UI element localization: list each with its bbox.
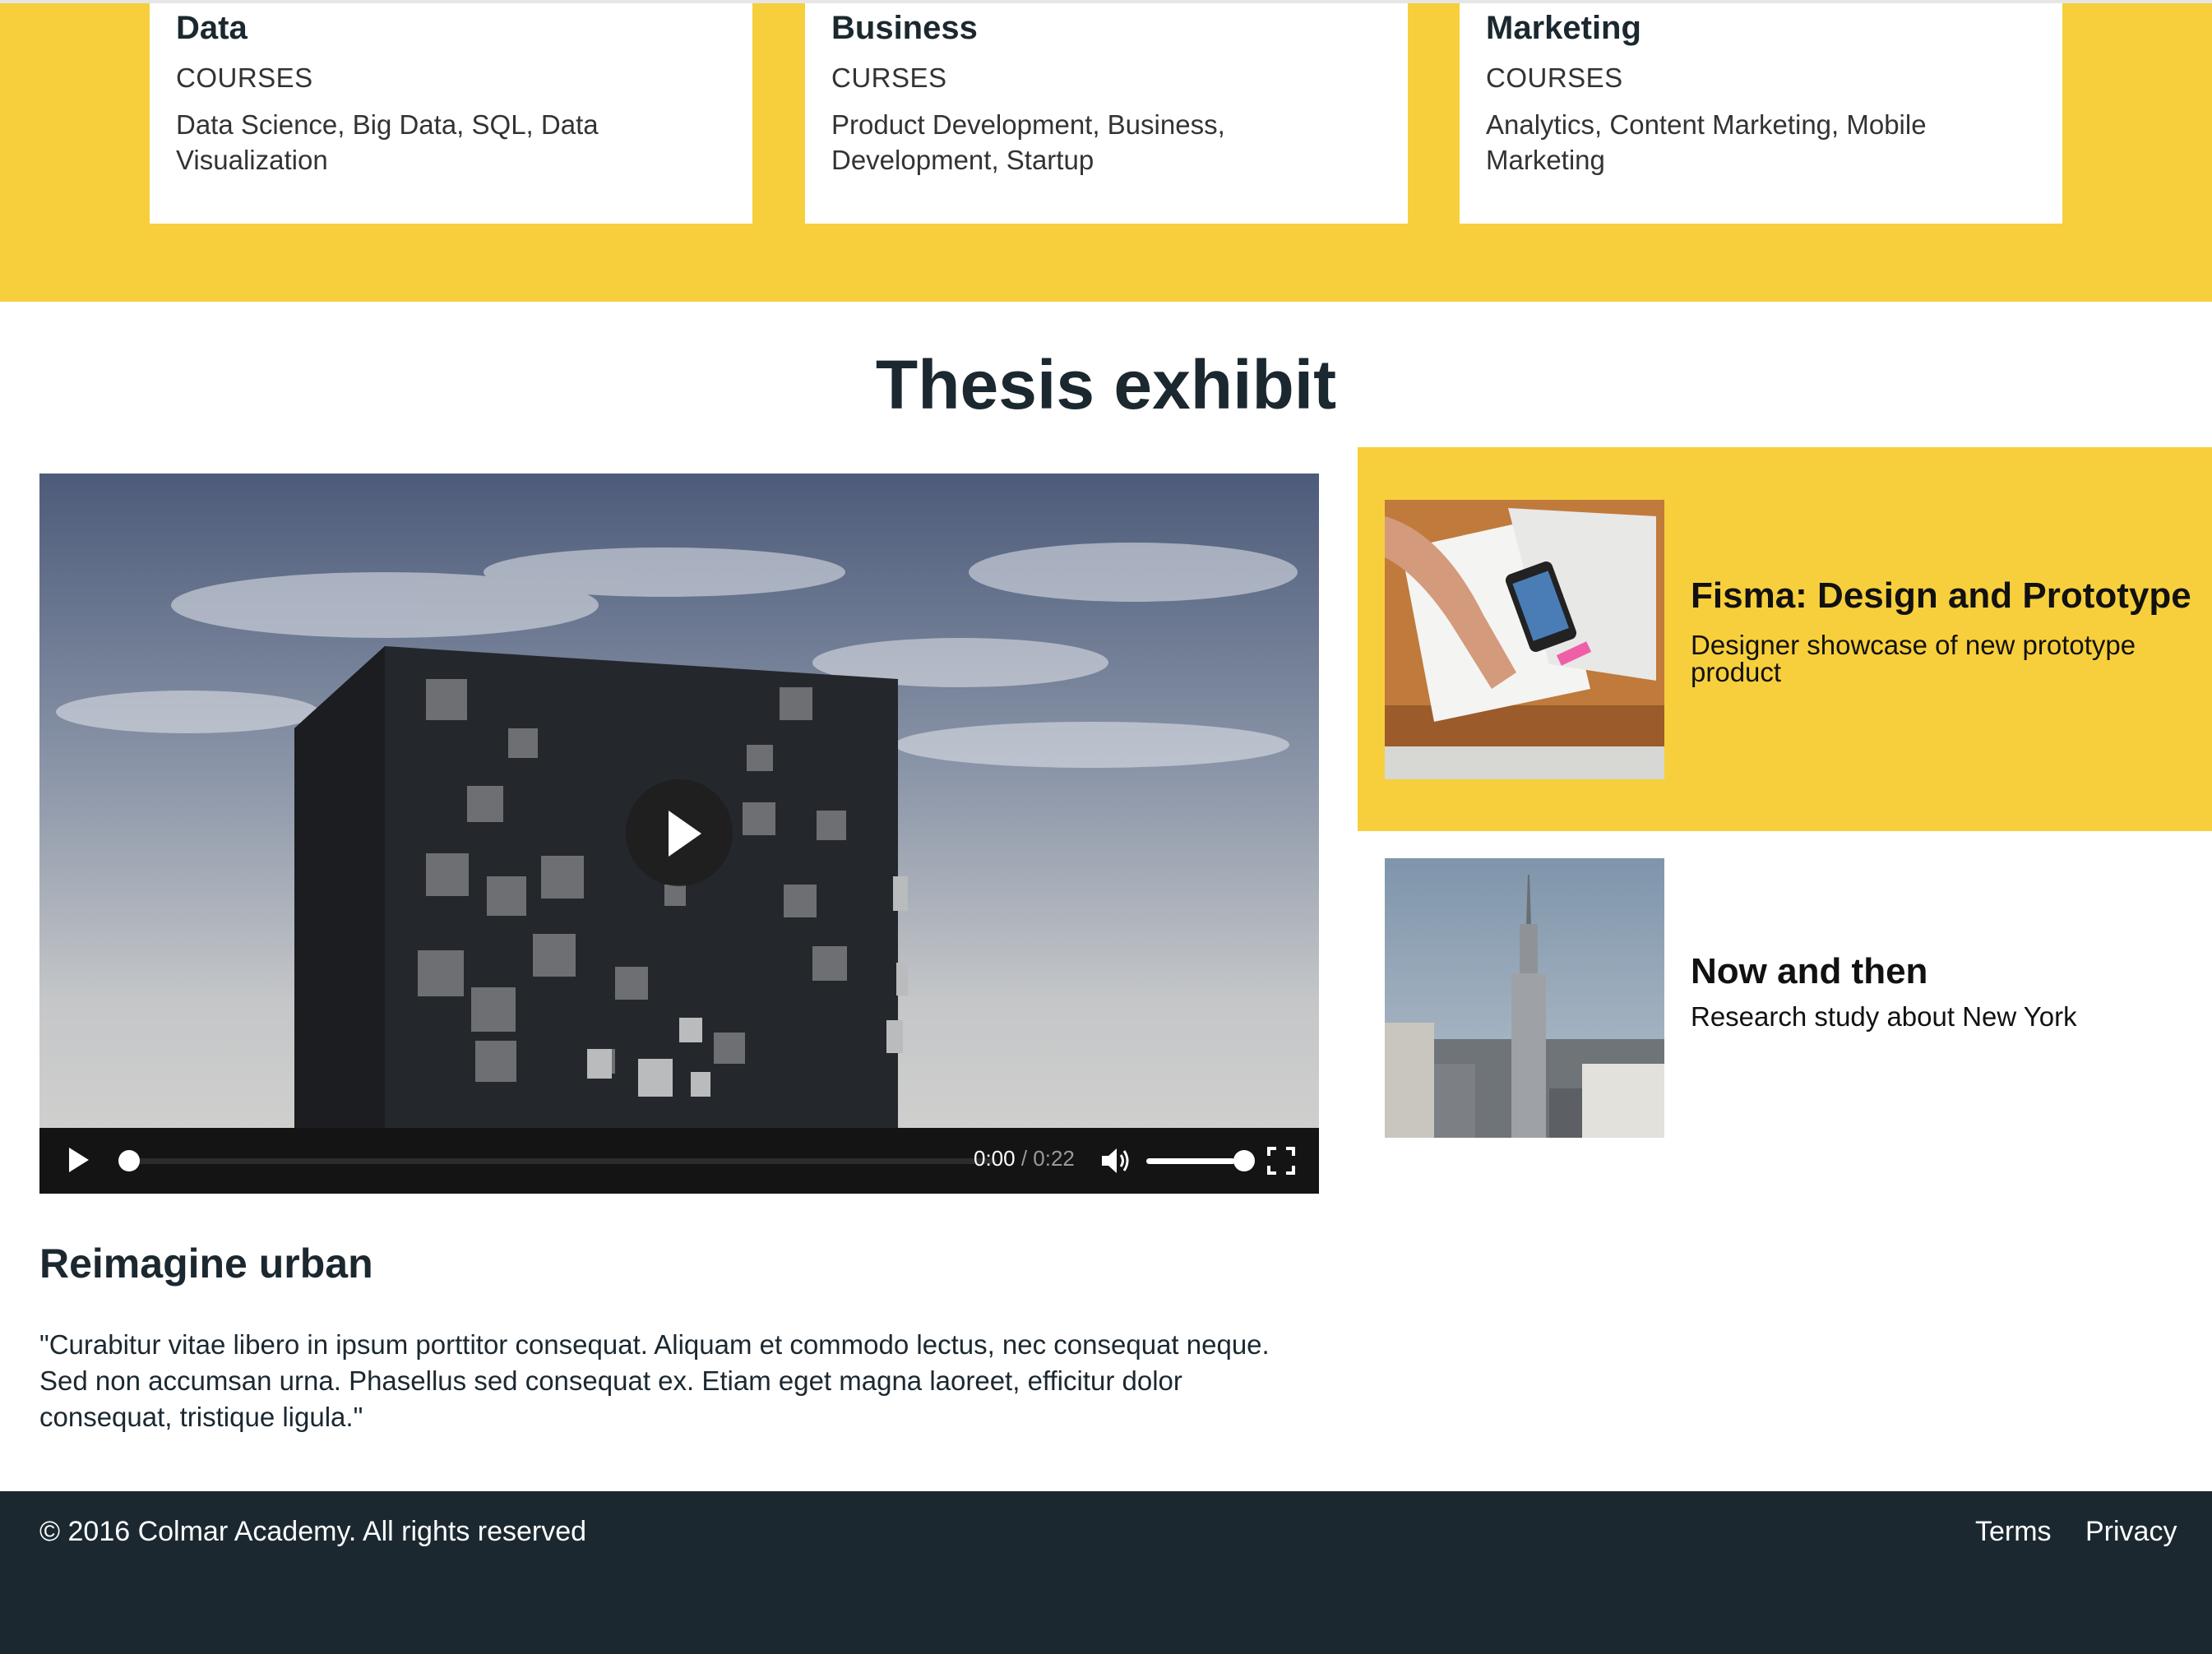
volume-icon[interactable] [1100, 1146, 1133, 1176]
time-display: 0:00 / 0:22 [974, 1146, 1075, 1171]
course-card-marketing[interactable]: Marketing COURSES Analytics, Content Mar… [1460, 3, 2062, 224]
play-icon [669, 811, 701, 857]
course-title: Business [831, 10, 978, 46]
course-subtitle: COURSES [1486, 62, 1623, 93]
course-topics: Analytics, Content Marketing, Mobile Mar… [1486, 109, 1927, 175]
side-item-title[interactable]: Fisma: Design and Prototype [1691, 575, 2191, 617]
section-title: Thesis exhibit [875, 346, 1337, 423]
course-title: Marketing [1486, 10, 1641, 46]
footer: © 2016 Colmar Academy. All rights reserv… [0, 1491, 2212, 1654]
footer-link-privacy[interactable]: Privacy [2085, 1516, 2177, 1548]
course-subtitle: CURSES [831, 62, 947, 93]
side-item-description: Research study about New York [1691, 1001, 2077, 1032]
video-controls: 0:00 / 0:22 [39, 1128, 1319, 1194]
course-topics: Product Development, Business, Developme… [831, 109, 1225, 175]
thumbnail-new-york[interactable] [1385, 858, 1664, 1138]
footer-link-terms[interactable]: Terms [1975, 1516, 2052, 1548]
course-title: Data [176, 10, 248, 46]
copyright-text: © 2016 Colmar Academy. All rights reserv… [39, 1516, 587, 1547]
play-button[interactable] [69, 1148, 89, 1172]
duration: 0:22 [1033, 1146, 1075, 1171]
course-card-data[interactable]: Data COURSES Data Science, Big Data, SQL… [150, 3, 752, 224]
article-title: Reimagine urban [39, 1240, 373, 1287]
thumbnail-fisma[interactable] [1385, 500, 1664, 779]
progress-bar[interactable] [118, 1150, 997, 1171]
progress-handle[interactable] [118, 1150, 140, 1171]
fullscreen-icon[interactable] [1266, 1146, 1296, 1176]
course-topics: Data Science, Big Data, SQL, Data Visual… [176, 109, 599, 175]
current-time: 0:00 [974, 1146, 1016, 1171]
volume-handle[interactable] [1233, 1150, 1255, 1171]
design-desk-image [1385, 500, 1664, 779]
time-separator: / [1015, 1146, 1034, 1171]
article-body: "Curabitur vitae libero in ipsum porttit… [39, 1329, 1270, 1432]
video-player[interactable]: 0:00 / 0:22 [39, 474, 1319, 1194]
new-york-skyline-image [1385, 858, 1664, 1138]
course-card-business[interactable]: Business CURSES Product Development, Bus… [805, 3, 1408, 224]
side-item-title[interactable]: Now and then [1691, 951, 1927, 992]
course-subtitle: COURSES [176, 62, 313, 93]
big-play-button[interactable] [626, 779, 733, 886]
volume-slider[interactable] [1146, 1158, 1235, 1164]
side-item-description: Designer showcase of new prototype produ… [1691, 630, 2136, 687]
